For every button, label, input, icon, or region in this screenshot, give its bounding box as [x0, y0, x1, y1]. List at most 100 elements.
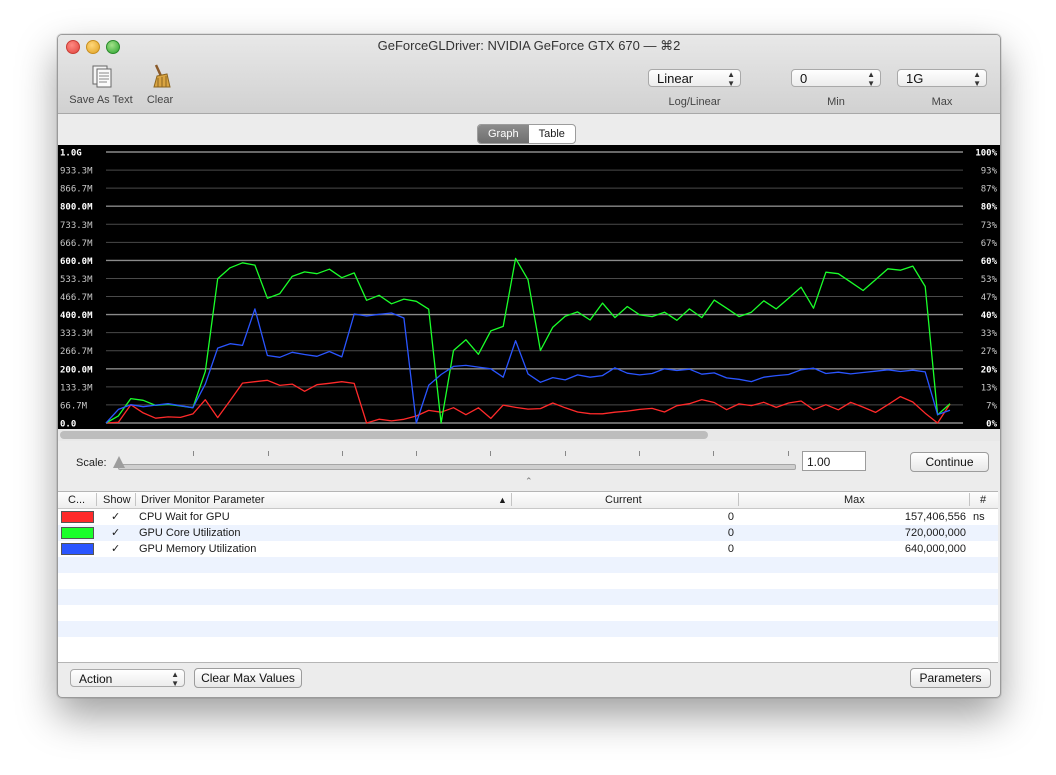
document-icon [92, 65, 112, 88]
tab-graph[interactable]: Graph [478, 125, 529, 143]
column-color[interactable]: C... [68, 493, 85, 507]
y-right-tick-label: 40% [981, 311, 998, 321]
y-right-tick-label: 73% [981, 221, 998, 231]
max-label: Max [931, 96, 953, 108]
column-current[interactable]: Current [605, 493, 642, 507]
color-swatch[interactable] [61, 543, 94, 555]
scale-value-field[interactable]: 1.00 [802, 451, 866, 471]
empty-row [58, 621, 998, 637]
save-as-text-label: Save As Text [69, 94, 133, 106]
split-divider-handle[interactable]: ⌃ [525, 476, 533, 487]
scale-label: Scale: [76, 457, 107, 469]
max-popup[interactable]: 1G ▲ ▼ [897, 69, 987, 88]
y-left-tick-label: 733.3M [60, 221, 93, 231]
y-left-tick-label: 1.0G [60, 149, 82, 159]
y-left-tick-label: 666.7M [60, 239, 93, 249]
max-value: 720,000,000 [904, 527, 966, 539]
y-left-tick-label: 466.7M [60, 293, 93, 303]
log-linear-popup[interactable]: Linear ▲ ▼ [648, 69, 741, 88]
show-checkmark[interactable]: ✓ [111, 525, 120, 541]
slider-tick [565, 451, 566, 456]
bottom-bar: Action ▲ ▼ Clear Max Values Parameters [58, 662, 1000, 697]
log-linear-label: Log/Linear [668, 96, 721, 108]
y-left-tick-label: 600.0M [60, 257, 93, 267]
y-right-tick-label: 27% [981, 347, 998, 357]
action-popup[interactable]: Action ▲ ▼ [70, 669, 185, 688]
slider-tick [788, 451, 789, 456]
view-segmented-control: Graph Table [477, 124, 576, 144]
empty-row [58, 573, 998, 589]
y-right-tick-label: 33% [981, 329, 998, 339]
table-row[interactable]: ✓ CPU Wait for GPU 0 157,406,556 ns [58, 509, 998, 525]
stepper-arrows-icon: ▲ ▼ [973, 70, 981, 88]
current-value: 0 [727, 511, 734, 523]
column-separator [96, 493, 97, 506]
y-right-tick-label: 53% [981, 275, 998, 285]
tab-table[interactable]: Table [529, 125, 575, 143]
y-right-tick-label: 80% [981, 203, 998, 213]
y-left-tick-label: 933.3M [60, 167, 93, 177]
color-swatch[interactable] [61, 511, 94, 523]
slider-tick [490, 451, 491, 456]
current-value: 0 [727, 543, 734, 555]
continue-button[interactable]: Continue [910, 452, 989, 472]
y-left-tick-label: 0.0 [60, 420, 76, 430]
table-header: C... Show Driver Monitor Parameter ▲ Cur… [58, 492, 998, 509]
column-parameter[interactable]: Driver Monitor Parameter [141, 493, 264, 507]
monitor-chart: 1.0G 100% 933.3M 93% 866.7M 87% 800.0M 80% 733.3… [60, 149, 998, 430]
y-left-tick-label: 200.0M [60, 365, 93, 375]
graph-scrollbar[interactable] [58, 429, 1000, 441]
y-left-tick-label: 133.3M [60, 383, 93, 393]
clear-max-values-button[interactable]: Clear Max Values [194, 668, 302, 688]
column-separator [135, 493, 136, 506]
column-max[interactable]: Max [844, 493, 865, 507]
max-value: 157,406,556 [904, 511, 966, 523]
scale-slider[interactable] [118, 464, 796, 470]
column-separator [511, 493, 512, 506]
y-left-tick-label: 400.0M [60, 311, 93, 321]
scrollbar-thumb[interactable] [60, 431, 708, 439]
slider-tick [342, 451, 343, 456]
log-linear-value: Linear [657, 71, 694, 86]
stepper-arrows-icon: ▲ ▼ [171, 670, 179, 688]
show-checkmark[interactable]: ✓ [111, 541, 120, 557]
sort-ascending-icon: ▲ [498, 495, 507, 505]
min-popup[interactable]: 0 ▲ ▼ [791, 69, 881, 88]
action-label: Action [79, 672, 113, 686]
y-left-tick-label: 533.3M [60, 275, 93, 285]
empty-row [58, 557, 998, 573]
table-row[interactable]: ✓ GPU Core Utilization 0 720,000,000 [58, 525, 998, 541]
show-checkmark[interactable]: ✓ [111, 509, 120, 525]
y-right-tick-label: 0% [986, 420, 997, 430]
color-swatch[interactable] [61, 527, 94, 539]
y-right-tick-label: 67% [981, 239, 998, 249]
y-right-tick-label: 13% [981, 383, 998, 393]
window-title: GeForceGLDriver: NVIDIA GeForce GTX 670 … [377, 38, 681, 53]
y-left-tick-label: 800.0M [60, 203, 93, 213]
parameter-table: C... Show Driver Monitor Parameter ▲ Cur… [58, 491, 998, 663]
broom-icon [153, 64, 171, 88]
parameters-button[interactable]: Parameters [910, 668, 991, 688]
y-right-tick-label: 60% [981, 257, 998, 267]
min-label: Min [827, 96, 845, 108]
y-right-tick-label: 47% [981, 293, 998, 303]
parameter-name: CPU Wait for GPU [139, 511, 230, 523]
column-separator [738, 493, 739, 506]
slider-tick [268, 451, 269, 456]
y-right-tick-label: 100% [975, 149, 997, 159]
empty-row [58, 605, 998, 621]
y-right-tick-label: 93% [981, 167, 998, 177]
slider-tick [639, 451, 640, 456]
stepper-arrows-icon: ▲ ▼ [727, 70, 735, 88]
save-as-text-button[interactable]: Save As Text [66, 63, 136, 106]
slider-tick [193, 451, 194, 456]
scale-slider-knob[interactable] [113, 456, 125, 468]
max-value: 1G [906, 71, 924, 86]
column-unit[interactable]: # [980, 493, 986, 507]
y-left-tick-label: 266.7M [60, 347, 93, 357]
column-show[interactable]: Show [103, 493, 131, 507]
table-row[interactable]: ✓ GPU Memory Utilization 0 640,000,000 [58, 541, 998, 557]
clear-button[interactable]: Clear [140, 63, 180, 106]
slider-tick [713, 451, 714, 456]
app-window: GeForceGLDriver: NVIDIA GeForce GTX 670 … [57, 34, 1001, 698]
